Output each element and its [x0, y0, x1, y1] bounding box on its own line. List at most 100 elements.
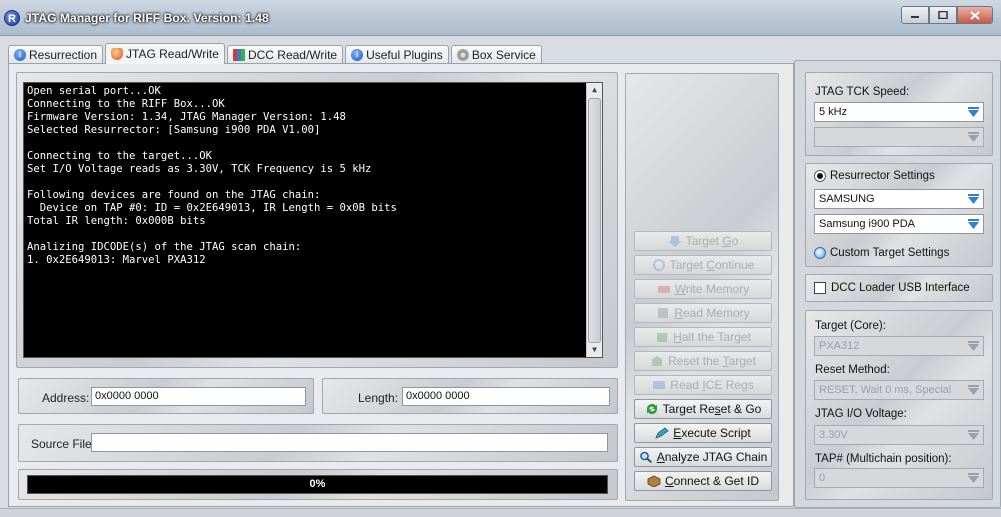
dropdown-arrow-icon: [966, 217, 981, 231]
window-title: JTAG Manager for RIFF Box. Version: 1.48: [25, 11, 269, 25]
dropdown-arrow-icon: [966, 471, 981, 485]
log-console[interactable]: Open serial port...OK Connecting to the …: [23, 82, 603, 358]
connect-get-id-button[interactable]: Connect & Get ID: [634, 471, 772, 491]
maximize-icon: [938, 11, 948, 19]
pencil-icon: [655, 427, 669, 439]
title-bar[interactable]: R JTAG Manager for RIFF Box. Version: 1.…: [0, 0, 1001, 36]
tap-label: TAP# (Multichain position):: [815, 453, 952, 465]
button-label: Reset the Target: [668, 354, 756, 368]
resurrector-settings-label: Resurrector Settings: [830, 170, 935, 182]
tck-secondary-select[interactable]: [814, 127, 984, 147]
tck-speed-value: 5 kHz: [819, 106, 848, 118]
refresh-icon: [652, 259, 665, 271]
read-ice-regs-button[interactable]: Read ICE Regs: [634, 375, 772, 395]
halt-target-button[interactable]: Halt the Target: [634, 327, 772, 347]
button-label: Halt the Target: [673, 330, 751, 344]
model-value: Samsung i900 PDA: [819, 218, 915, 230]
button-label: Connect & Get ID: [664, 474, 760, 488]
button-label: Target Reset & Go: [662, 402, 762, 416]
minimize-icon: [911, 16, 919, 18]
analyze-jtag-chain-button[interactable]: Analyze JTAG Chain: [634, 447, 772, 467]
halt-icon: [657, 333, 668, 342]
execute-script-button[interactable]: Execute Script: [634, 423, 772, 443]
address-input[interactable]: 0x0000 0000: [91, 387, 306, 406]
tap-value: 0: [819, 472, 826, 484]
dropdown-arrow-icon: [966, 428, 981, 442]
reset-method-select[interactable]: RESET, Wait 0 ms, Special: [814, 380, 984, 400]
dropdown-arrow-icon: [966, 105, 981, 119]
minimize-button[interactable]: [901, 6, 929, 24]
length-label: Length:: [358, 391, 399, 405]
console-scrollbar[interactable]: ▲ ▼: [586, 83, 602, 357]
target-continue-button[interactable]: Target Continue: [634, 255, 772, 275]
memory-read-icon: [658, 308, 669, 318]
model-select[interactable]: Samsung i900 PDA: [814, 214, 984, 234]
info-icon: i: [14, 49, 26, 61]
reset-method-value: RESET, Wait 0 ms, Special: [819, 384, 952, 396]
source-file-input[interactable]: [91, 433, 608, 452]
tab-label: JTAG Read/Write: [126, 47, 219, 61]
cycle-arrows-icon: [646, 404, 657, 414]
arrow-down-icon: [667, 236, 682, 247]
manufacturer-value: SAMSUNG: [819, 193, 875, 205]
button-label: Read ICE Regs: [670, 378, 754, 392]
core-label: Target (Core):: [815, 320, 886, 332]
io-voltage-label: JTAG I/O Voltage:: [815, 408, 907, 420]
core-select[interactable]: PXA312: [814, 336, 984, 356]
io-voltage-select[interactable]: 3.30V: [814, 425, 984, 445]
tab-label: Resurrection: [29, 48, 98, 62]
io-voltage-value: 3.30V: [819, 429, 848, 441]
registers-icon: [653, 381, 666, 389]
tab-bar: i Resurrection JTAG Read/Write DCC Read/…: [8, 43, 544, 64]
scroll-down-icon[interactable]: ▼: [587, 343, 602, 357]
dropdown-arrow-icon: [966, 339, 981, 353]
close-icon: [970, 10, 980, 20]
app-logo-icon: R: [4, 10, 20, 26]
reset-icon: [652, 356, 663, 366]
tck-speed-label: JTAG TCK Speed:: [815, 86, 910, 98]
shield-icon: [111, 48, 124, 60]
address-label: Address:: [42, 391, 90, 405]
reset-method-label: Reset Method:: [815, 364, 890, 376]
tab-useful-plugins[interactable]: i Useful Plugins: [345, 45, 449, 64]
tab-jtag-read-write[interactable]: JTAG Read/Write: [105, 43, 225, 64]
dcc-usb-label: DCC Loader USB Interface: [831, 282, 970, 294]
button-label: Write Memory: [674, 282, 750, 296]
tab-box-service[interactable]: Box Service: [450, 45, 542, 64]
tab-resurrection[interactable]: i Resurrection: [8, 45, 104, 64]
button-label: Target Go: [685, 234, 739, 248]
tab-label: Box Service: [471, 48, 536, 62]
button-label: Execute Script: [673, 426, 751, 440]
scroll-thumb[interactable]: [588, 98, 601, 343]
write-memory-button[interactable]: Write Memory: [634, 279, 772, 299]
status-strip: [0, 508, 1001, 517]
maximize-button[interactable]: [929, 6, 957, 24]
reset-target-button[interactable]: Reset the Target: [634, 351, 772, 371]
gear-icon: [456, 49, 469, 61]
tab-label: Useful Plugins: [366, 48, 443, 62]
magnifier-icon: [639, 451, 652, 463]
manufacturer-select[interactable]: SAMSUNG: [814, 189, 984, 209]
tap-select[interactable]: 0: [814, 468, 984, 488]
scroll-up-icon[interactable]: ▲: [587, 83, 602, 97]
progress-bar: 0%: [27, 475, 608, 494]
length-input[interactable]: 0x0000 0000: [402, 387, 610, 406]
log-text: Open serial port...OK Connecting to the …: [27, 85, 397, 266]
dcc-usb-checkbox[interactable]: [814, 282, 826, 294]
custom-target-label: Custom Target Settings: [830, 247, 950, 259]
target-reset-go-button[interactable]: Target Reset & Go: [634, 399, 772, 419]
tab-label: DCC Read/Write: [247, 48, 338, 62]
custom-target-radio[interactable]: [814, 247, 826, 259]
resurrector-settings-radio[interactable]: [814, 170, 826, 182]
info-icon: i: [351, 49, 364, 61]
tab-dcc-read-write[interactable]: DCC Read/Write: [226, 45, 344, 64]
dropdown-arrow-icon: [966, 130, 981, 144]
core-value: PXA312: [819, 340, 860, 352]
button-label: Analyze JTAG Chain: [656, 450, 768, 464]
target-go-button[interactable]: Target Go: [634, 231, 772, 251]
close-button[interactable]: [957, 6, 993, 24]
button-label: Read Memory: [674, 306, 750, 320]
tck-speed-select[interactable]: 5 kHz: [814, 102, 984, 122]
read-memory-button[interactable]: Read Memory: [634, 303, 772, 323]
progress-label: 0%: [309, 478, 326, 490]
